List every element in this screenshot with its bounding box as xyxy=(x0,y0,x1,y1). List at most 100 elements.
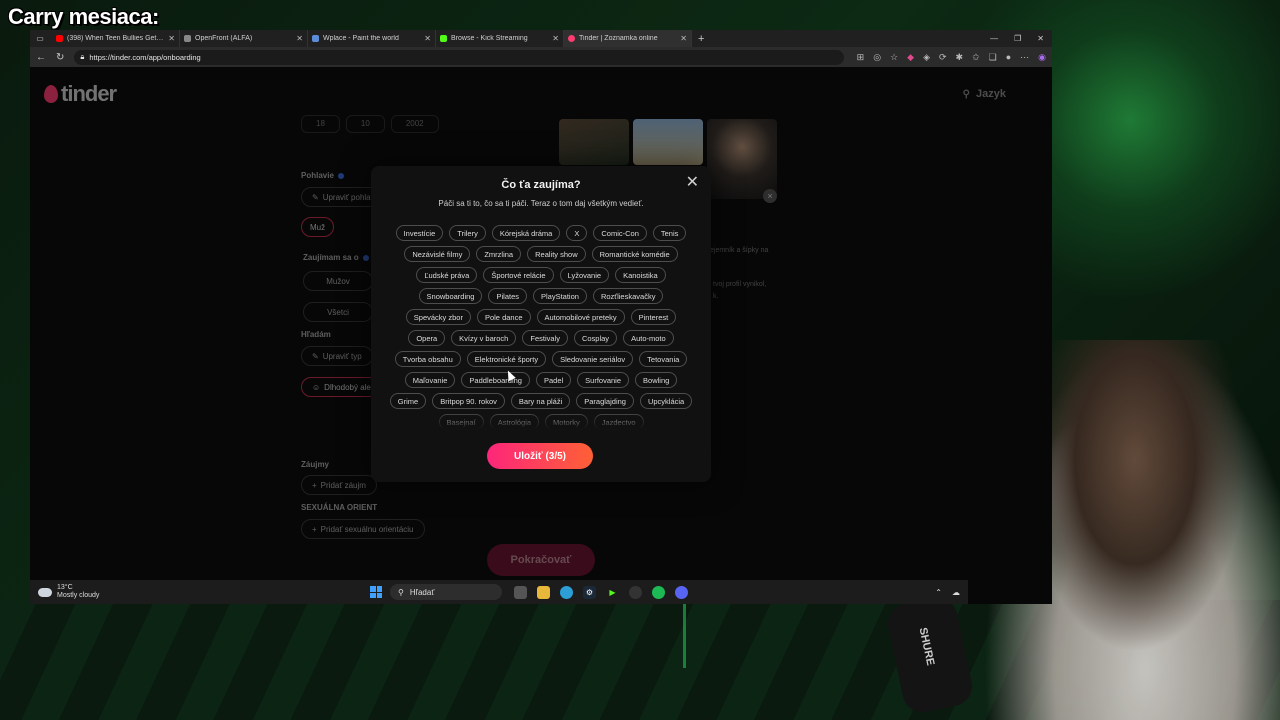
interest-chip[interactable]: Surfovanie xyxy=(577,372,630,388)
interest-chip[interactable]: Maľovanie xyxy=(404,372,456,388)
interest-chip[interactable]: Reality show xyxy=(527,246,586,262)
interest-chip[interactable]: Kórejská dráma xyxy=(491,225,561,241)
wplace-icon xyxy=(312,35,319,42)
interest-chip[interactable]: Elektronické športy xyxy=(466,351,547,367)
interest-chip[interactable]: Tetovania xyxy=(639,351,688,367)
tab-close-icon[interactable]: ✕ xyxy=(680,34,687,43)
menu-dots-icon[interactable]: ⋯ xyxy=(1020,52,1029,63)
interest-chip[interactable]: Kanoistika xyxy=(615,267,666,283)
shield-icon[interactable]: ◈ xyxy=(923,52,930,63)
apps-icon[interactable]: ⊞ xyxy=(857,52,865,63)
tab-kick[interactable]: Browse - Kick Streaming ✕ xyxy=(436,30,564,47)
interest-chip[interactable]: Zmrzlina xyxy=(476,246,522,262)
interest-chip[interactable]: Paraglajding xyxy=(576,393,634,409)
back-arrow-icon[interactable]: ← xyxy=(36,52,46,63)
toolbar-icons: ⊞ ◎ ☆ ◆ ◈ ⟳ ✱ ✩ ❏ ● ⋯ ◉ xyxy=(857,52,1046,63)
interest-chip[interactable]: Lyžovanie xyxy=(559,267,610,283)
youtube-icon xyxy=(56,35,63,42)
interest-chip[interactable]: Automobilové preteky xyxy=(536,309,625,325)
interest-chip[interactable]: Padel xyxy=(535,372,572,388)
spotify-icon[interactable] xyxy=(652,585,665,599)
close-icon[interactable]: ✕ xyxy=(686,175,699,191)
close-window-button[interactable]: ✕ xyxy=(1037,34,1044,43)
play-icon[interactable]: ▶ xyxy=(606,586,619,599)
tab-close-icon[interactable]: ✕ xyxy=(168,34,175,43)
obs-icon[interactable] xyxy=(629,585,642,599)
profile-avatar-icon[interactable]: ● xyxy=(1006,52,1011,63)
tab-close-icon[interactable]: ✕ xyxy=(424,34,431,43)
cloud-icon xyxy=(38,587,52,597)
interest-chip[interactable]: Rozťlieskavačky xyxy=(592,288,664,304)
tab-close-icon[interactable]: ✕ xyxy=(296,34,303,43)
interest-chip[interactable]: Sledovanie seriálov xyxy=(552,351,634,367)
interest-chip[interactable]: Cosplay xyxy=(573,330,618,346)
collections-icon[interactable]: ❏ xyxy=(989,52,997,63)
edge-icon[interactable] xyxy=(560,585,573,599)
interest-chip[interactable]: Snowboarding xyxy=(418,288,483,304)
new-tab-button[interactable]: + xyxy=(698,33,704,45)
interest-chip[interactable]: Trilery xyxy=(449,225,486,241)
interest-chip[interactable]: Spevácky zbor xyxy=(405,309,471,325)
modal-title: Čo ťa zaujíma? xyxy=(501,179,581,191)
interest-chip[interactable]: Britpop 90. rokov xyxy=(432,393,505,409)
interest-chip[interactable]: Bowling xyxy=(635,372,678,388)
search-icon: ⚲ xyxy=(398,587,404,597)
refresh-icon[interactable]: ↻ xyxy=(56,52,64,63)
reader-icon[interactable]: ◎ xyxy=(873,52,881,63)
tab-actions-icon[interactable]: ▭ xyxy=(34,34,46,44)
interest-chip[interactable]: Ľudské práva xyxy=(416,267,478,283)
taskbar-apps: ⚙ ▶ xyxy=(514,585,688,599)
interest-chip[interactable]: Nezávislé filmy xyxy=(404,246,471,262)
extensions-puzzle-icon[interactable]: ✱ xyxy=(956,52,964,63)
interest-chip[interactable]: Festivaly xyxy=(522,330,568,346)
taskbar-search[interactable]: ⚲ Hľadať xyxy=(390,584,502,600)
interest-chip[interactable]: Grime xyxy=(389,393,427,409)
save-button[interactable]: Uložiť (3/5) xyxy=(487,443,593,469)
interest-chip[interactable]: Kvízy v baroch xyxy=(451,330,517,346)
copilot-icon[interactable]: ◉ xyxy=(1038,52,1046,63)
windows-start-icon[interactable] xyxy=(370,586,382,598)
url-input[interactable]: 🔒︎ https://tinder.com/app/onboarding xyxy=(74,49,845,65)
file-explorer-icon[interactable] xyxy=(537,585,550,599)
tab-openfront[interactable]: OpenFront (ALFA) ✕ xyxy=(180,30,308,47)
interest-chip[interactable]: X xyxy=(566,225,588,241)
interest-chip[interactable]: Tenis xyxy=(652,225,687,241)
interest-chip[interactable]: Bary na pláži xyxy=(510,393,571,409)
steam-icon[interactable]: ⚙ xyxy=(583,585,596,599)
interest-chip[interactable]: Pilates xyxy=(488,288,527,304)
favorites-icon[interactable]: ✩ xyxy=(972,52,980,63)
extension-icon[interactable]: ◆ xyxy=(907,52,914,63)
interest-chip[interactable]: Investície xyxy=(395,225,444,241)
weather-widget[interactable]: 13°C Mostly cloudy xyxy=(30,584,370,600)
address-bar: ← ↻ 🔒︎ https://tinder.com/app/onboarding… xyxy=(30,47,1052,67)
tab-youtube[interactable]: (398) When Teen Bullies Get HUMI... ✕ xyxy=(52,30,180,47)
favorite-star-icon[interactable]: ☆ xyxy=(890,52,898,63)
task-view-icon[interactable] xyxy=(514,585,527,599)
interest-chip[interactable]: Upcyklácia xyxy=(639,393,693,409)
interest-chip[interactable]: Opera xyxy=(408,330,446,346)
tinder-onboarding-page: tinder ⚲ Jazyk 18 10 2002 Pohlavie ✎ Upra… xyxy=(30,67,1052,604)
discord-icon[interactable] xyxy=(675,585,688,599)
kick-icon xyxy=(440,35,447,42)
interest-chip[interactable]: Paddleboarding xyxy=(461,372,530,388)
green-light-line xyxy=(683,604,686,668)
interest-chip[interactable]: Pinterest xyxy=(630,309,677,325)
tab-close-icon[interactable]: ✕ xyxy=(552,34,559,43)
interest-chip[interactable]: Auto-moto xyxy=(623,330,674,346)
interest-chip[interactable]: Športové relácie xyxy=(483,267,554,283)
tab-tinder[interactable]: Tinder | Zoznamka online ✕ xyxy=(564,30,692,47)
url-text: https://tinder.com/app/onboarding xyxy=(89,52,201,62)
tray-chevron-icon[interactable]: ⌃ xyxy=(935,588,942,597)
tab-wplace[interactable]: Wplace - Paint the world ✕ xyxy=(308,30,436,47)
interest-chip[interactable]: Romantické komédie xyxy=(591,246,678,262)
interest-chip[interactable]: Comic-Con xyxy=(593,225,647,241)
openfront-icon xyxy=(184,35,191,42)
restore-button[interactable]: ❐ xyxy=(1014,34,1021,43)
onedrive-icon[interactable]: ☁ xyxy=(952,588,960,597)
interest-chip[interactable]: PlayStation xyxy=(533,288,587,304)
minimize-button[interactable]: — xyxy=(990,34,998,43)
sync-icon[interactable]: ⟳ xyxy=(939,52,947,63)
interest-chip[interactable]: Pole dance xyxy=(476,309,531,325)
temperature: 13°C xyxy=(57,584,73,591)
interest-chip[interactable]: Tvorba obsahu xyxy=(394,351,461,367)
